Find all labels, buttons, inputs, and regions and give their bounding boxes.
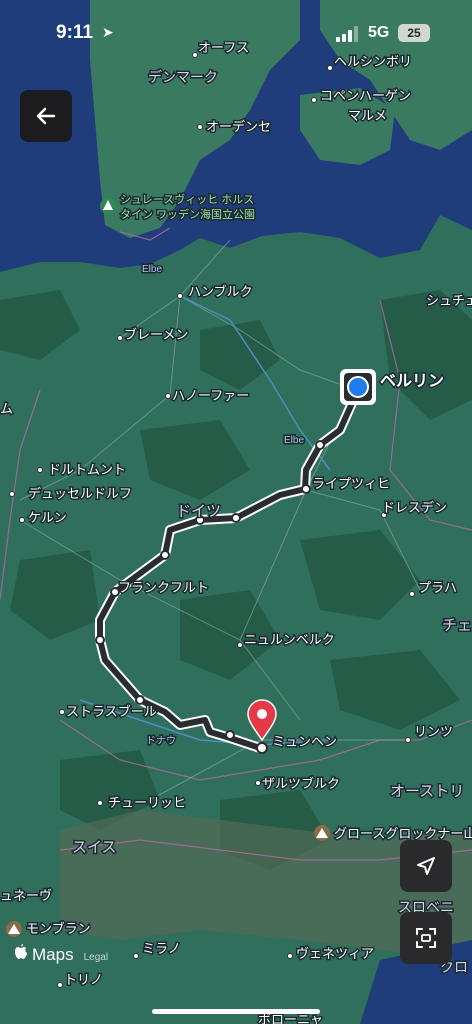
city-label: ム <box>0 401 13 416</box>
waypoint <box>225 730 235 740</box>
waypoint <box>95 635 105 645</box>
city-label: ブレーメン <box>124 327 188 342</box>
waypoint <box>135 695 145 705</box>
city-label: デュッセルドルフ <box>28 486 132 501</box>
home-indicator[interactable] <box>152 1009 320 1014</box>
country-label: オーストリ <box>390 783 464 800</box>
cellular-signal-icon <box>336 26 358 42</box>
city-label: プラハ <box>418 580 457 595</box>
city-label: フランクフルト <box>118 580 209 595</box>
maps-brand: Maps <box>32 945 74 964</box>
country-label: スイス <box>72 839 117 856</box>
country-label: チェ <box>442 617 472 634</box>
national-park-icon <box>100 198 116 214</box>
location-services-icon: ➤ <box>102 24 114 40</box>
capital-label: ベルリン <box>380 373 444 390</box>
network-type: 5G <box>368 24 390 41</box>
scan-button[interactable] <box>400 912 452 964</box>
city-label: オーデンセ <box>206 119 271 134</box>
legal-link[interactable]: Legal <box>84 952 108 963</box>
river-label: ドナウ <box>146 735 176 747</box>
city-label: マルメ <box>348 108 387 123</box>
park-label-line2: タイン ワッデン海国立公園 <box>120 207 255 221</box>
city-label: ライプツィヒ <box>312 476 390 491</box>
river-label: Elbe <box>284 435 304 446</box>
river-label: Elbe <box>142 264 162 275</box>
city-label: シュチェ <box>426 293 472 308</box>
apple-logo-icon <box>15 944 27 959</box>
city-label: ヴェネツィア <box>296 946 374 961</box>
waypoint <box>301 484 311 494</box>
country-label: デンマーク <box>148 69 218 85</box>
waypoint <box>160 550 170 560</box>
city-label: リンツ <box>414 724 453 739</box>
city-label: ミュンヘン <box>272 734 337 749</box>
city-label: ザルツブルク <box>262 776 340 791</box>
status-bar: 9:11 ➤ 5G 25 <box>0 0 472 64</box>
current-location-marker[interactable] <box>340 369 376 405</box>
city-label: ドレスデン <box>382 500 447 515</box>
waypoint <box>231 513 241 523</box>
maps-attribution: Maps Legal <box>14 944 108 965</box>
scan-icon <box>416 928 436 948</box>
city-label: チューリッヒ <box>108 795 186 810</box>
city-label: ハンブルク <box>188 284 253 299</box>
city-label: ミラノ <box>142 941 181 956</box>
city-label: ストラスブール <box>66 704 157 719</box>
mountain-icon <box>6 921 22 937</box>
city-label: ニュルンベルク <box>244 632 335 647</box>
arrow-left-icon <box>36 107 56 125</box>
city-label: ドルトムント <box>48 462 126 477</box>
city-label: トリノ <box>64 972 103 987</box>
city-label: ケルン <box>28 510 67 525</box>
city-label: ハノーファー <box>172 388 249 403</box>
park-label-line1: シュレースヴィッヒ ホルス <box>120 192 254 206</box>
city-label: コペンハーゲン <box>320 88 411 103</box>
mountain-icon <box>314 825 330 841</box>
battery-indicator: 25 <box>398 24 430 42</box>
locate-me-button[interactable] <box>400 840 452 892</box>
country-label: ドイツ <box>176 503 221 520</box>
waypoint <box>315 440 325 450</box>
back-button[interactable] <box>20 90 72 142</box>
mountain-label: モンブラン <box>26 921 91 936</box>
status-time: 9:11 <box>56 22 93 43</box>
location-arrow-icon <box>417 857 435 875</box>
mountain-label: グロースグロックナー山 <box>334 826 472 841</box>
city-label: ュネーヴ <box>0 888 52 903</box>
